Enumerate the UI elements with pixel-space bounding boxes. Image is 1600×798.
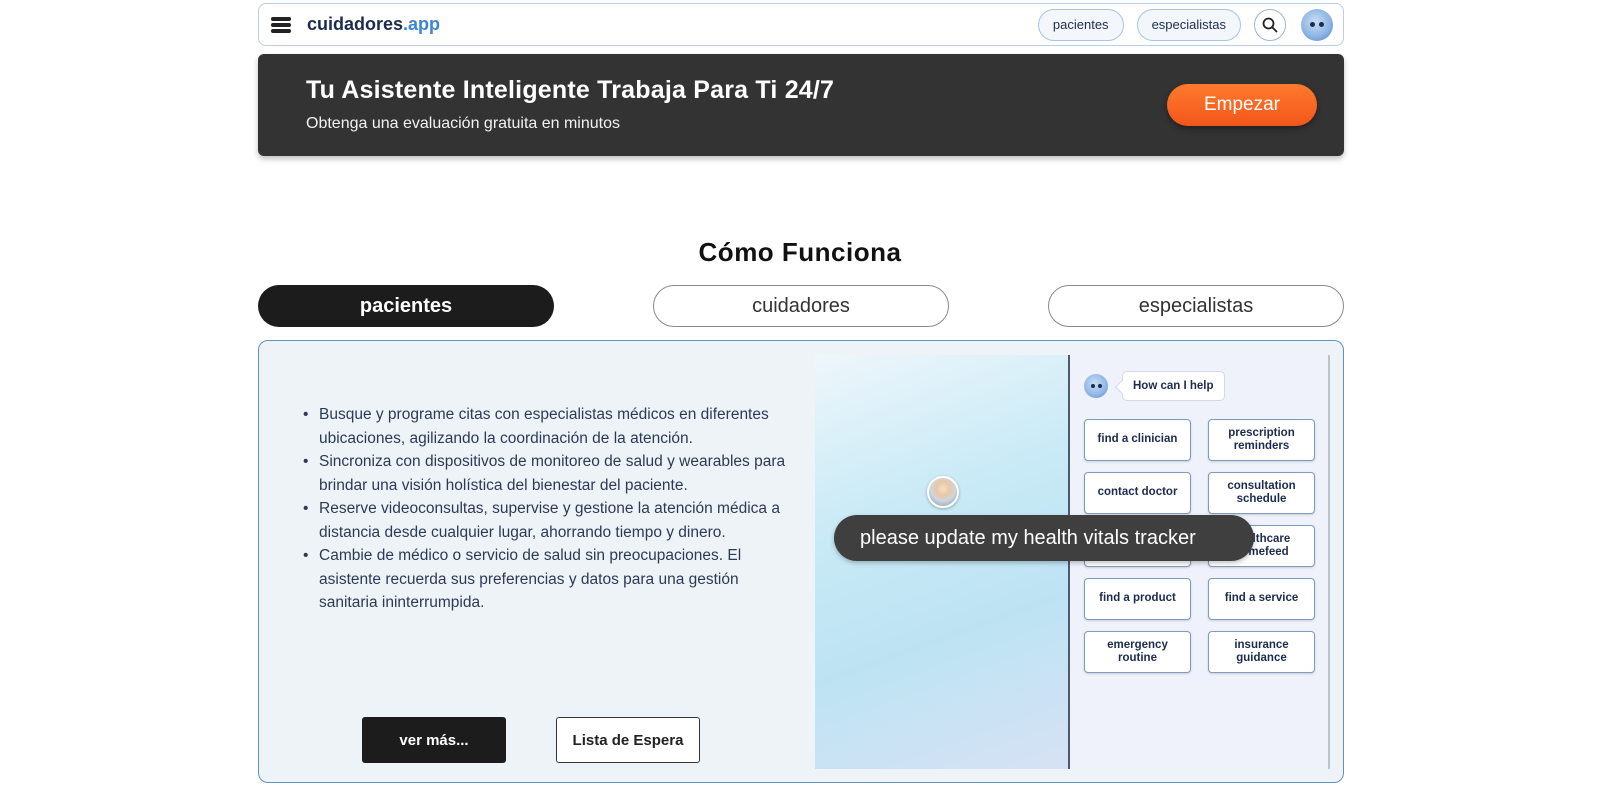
feature-item: Busque y programe citas con especialista… xyxy=(303,403,793,450)
logo-main: cuidadores xyxy=(307,14,404,34)
assistant-avatar-icon[interactable] xyxy=(1301,8,1333,41)
top-header: cuidadores.app pacientes especialistas xyxy=(258,3,1344,46)
assistant-demo-panel: How can I help find a clinician prescrip… xyxy=(815,355,1330,769)
assistant-menu: How can I help find a clinician prescrip… xyxy=(1068,355,1330,769)
logo[interactable]: cuidadores.app xyxy=(307,14,440,35)
banner-title: Tu Asistente Inteligente Trabaja Para Ti… xyxy=(306,76,835,104)
help-row: How can I help xyxy=(1084,371,1225,401)
tab-pacientes[interactable]: pacientes xyxy=(258,285,554,327)
feature-card: Busque y programe citas con especialista… xyxy=(258,340,1344,783)
chip-contact-doctor[interactable]: contact doctor xyxy=(1084,472,1191,514)
chip-find-clinician[interactable]: find a clinician xyxy=(1084,419,1191,461)
feature-item: Reserve videoconsultas, supervise y gest… xyxy=(303,497,793,544)
feature-item: Cambie de médico o servicio de salud sin… xyxy=(303,544,793,615)
feature-list: Busque y programe citas con especialista… xyxy=(303,403,793,615)
banner-subtitle: Obtenga una evaluación gratuita en minut… xyxy=(306,115,620,132)
chip-prescription-reminders[interactable]: prescription reminders xyxy=(1208,419,1315,461)
section-title: Cómo Funciona xyxy=(698,237,902,267)
help-prompt: How can I help xyxy=(1122,371,1225,401)
chip-consultation-schedule[interactable]: consultation schedule xyxy=(1208,472,1315,514)
see-more-button[interactable]: ver más... xyxy=(362,717,506,763)
search-icon[interactable] xyxy=(1254,8,1286,41)
promo-banner: Tu Asistente Inteligente Trabaja Para Ti… xyxy=(258,54,1344,156)
nav-especialistas[interactable]: especialistas xyxy=(1136,8,1241,41)
start-button[interactable]: Empezar xyxy=(1167,84,1317,126)
feature-item: Sincroniza con dispositivos de monitoreo… xyxy=(303,450,793,497)
tab-especialistas[interactable]: especialistas xyxy=(1048,285,1344,327)
logo-tld: .app xyxy=(403,14,441,34)
nav-pacientes[interactable]: pacientes xyxy=(1037,8,1124,41)
chat-message-bubble: please update my health vitals tracker xyxy=(834,515,1254,561)
chip-insurance-guidance[interactable]: insurance guidance xyxy=(1208,631,1315,673)
assistant-bot-icon xyxy=(1084,374,1108,398)
user-avatar xyxy=(927,476,959,508)
hamburger-menu-icon[interactable] xyxy=(271,15,291,35)
chip-find-service[interactable]: find a service xyxy=(1208,578,1315,620)
tab-cuidadores[interactable]: cuidadores xyxy=(653,285,949,327)
chip-emergency-routine[interactable]: emergency routine xyxy=(1084,631,1191,673)
chip-find-product[interactable]: find a product xyxy=(1084,578,1191,620)
waitlist-button[interactable]: Lista de Espera xyxy=(556,717,700,763)
